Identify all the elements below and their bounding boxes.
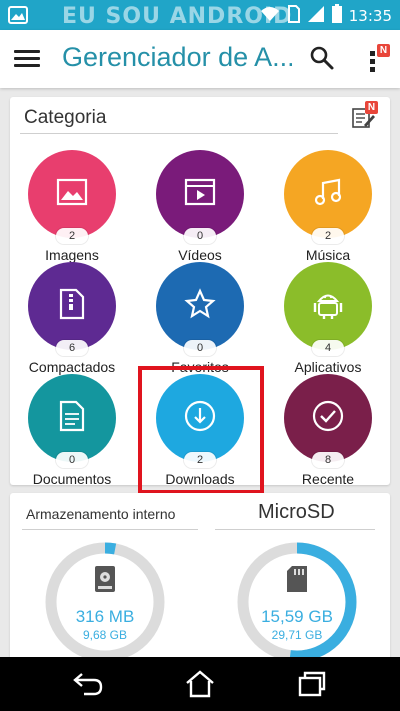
category-count: 0 xyxy=(184,228,216,244)
category-documentos[interactable]: 0 Documentos xyxy=(12,374,132,492)
star-icon xyxy=(184,287,216,325)
category-circle xyxy=(156,150,244,238)
internal-used: 316 MB xyxy=(75,607,135,626)
category-downloads[interactable]: 2 Downloads xyxy=(140,374,260,492)
category-circle xyxy=(28,150,116,238)
home-icon[interactable] xyxy=(180,667,220,701)
status-bar: EU SOU ANDROID 13:35 xyxy=(0,0,400,30)
internal-storage-title: Armazenamento interno xyxy=(26,506,176,522)
app-title: Gerenciador de A... xyxy=(62,42,292,72)
signal-icon xyxy=(307,5,325,27)
back-icon[interactable] xyxy=(68,667,108,701)
category-count: 2 xyxy=(184,452,216,468)
category-musica[interactable]: 2 Música xyxy=(268,150,388,268)
category-aplicativos[interactable]: 4 Aplicativos xyxy=(268,262,388,380)
category-compactados[interactable]: 6 Compactados xyxy=(12,262,132,380)
sd-storage-ring[interactable]: 15,59 GB 29,71 GB xyxy=(234,539,360,665)
category-label: Documentos xyxy=(32,471,112,487)
menu-icon[interactable] xyxy=(14,47,40,71)
document-icon xyxy=(59,400,85,437)
recent-apps-icon[interactable] xyxy=(292,667,332,701)
category-title: Categoria xyxy=(24,107,107,128)
zip-icon xyxy=(59,288,85,325)
sd-used: 15,59 GB xyxy=(261,607,333,626)
internal-storage-ring[interactable]: 316 MB 9,68 GB xyxy=(42,539,168,665)
category-count: 6 xyxy=(56,340,88,356)
image-notification-icon xyxy=(8,6,28,29)
category-count: 2 xyxy=(312,228,344,244)
category-videos[interactable]: 0 Vídeos xyxy=(140,150,260,268)
download-icon xyxy=(183,399,217,438)
sd-storage-divider xyxy=(215,529,375,530)
edit-category-icon[interactable]: N xyxy=(350,101,378,131)
category-favoritos[interactable]: 0 Favoritos xyxy=(140,262,260,380)
sort-menu-icon[interactable]: N xyxy=(366,42,392,74)
sd-card-icon xyxy=(234,565,360,598)
edit-new-badge: N xyxy=(365,101,378,114)
category-circle xyxy=(156,374,244,462)
category-divider xyxy=(20,133,338,134)
category-label: Downloads xyxy=(165,471,235,487)
image-icon xyxy=(56,178,88,211)
video-icon xyxy=(184,178,216,211)
new-badge: N xyxy=(377,44,390,57)
category-label: Favoritos xyxy=(171,359,229,375)
category-count: 2 xyxy=(56,228,88,244)
internal-total: 9,68 GB xyxy=(82,628,128,642)
check-icon xyxy=(311,399,345,438)
sd-total: 29,71 GB xyxy=(271,628,323,642)
category-count: 0 xyxy=(56,452,88,468)
music-icon xyxy=(313,177,343,212)
storage-card: Armazenamento interno MicroSD 316 MB 9,6… xyxy=(10,493,390,663)
category-label: Aplicativos xyxy=(294,359,362,375)
category-recente[interactable]: 8 Recente xyxy=(268,374,388,492)
battery-icon xyxy=(331,4,343,28)
category-circle xyxy=(284,150,372,238)
category-circle xyxy=(28,262,116,350)
app-bar: Gerenciador de A... N xyxy=(0,30,400,88)
category-circle xyxy=(28,374,116,462)
android-icon xyxy=(313,288,343,325)
clock: 13:35 xyxy=(348,7,392,25)
category-circle xyxy=(156,262,244,350)
search-icon[interactable] xyxy=(308,44,336,72)
category-imagens[interactable]: 2 Imagens xyxy=(12,150,132,268)
category-count: 0 xyxy=(184,340,216,356)
category-circle xyxy=(284,262,372,350)
category-label: Imagens xyxy=(45,247,99,263)
internal-storage-divider xyxy=(22,529,198,530)
category-label: Compactados xyxy=(28,359,116,375)
hdd-icon xyxy=(42,565,168,598)
sd-storage-title: MicroSD xyxy=(258,501,335,523)
category-count: 8 xyxy=(312,452,344,468)
category-label: Vídeos xyxy=(178,247,222,263)
category-label: Recente xyxy=(301,471,355,487)
category-count: 4 xyxy=(312,340,344,356)
category-circle xyxy=(284,374,372,462)
navigation-bar xyxy=(0,657,400,711)
sim-icon xyxy=(287,5,301,27)
category-label: Música xyxy=(305,247,351,263)
wifi-icon xyxy=(259,5,281,27)
